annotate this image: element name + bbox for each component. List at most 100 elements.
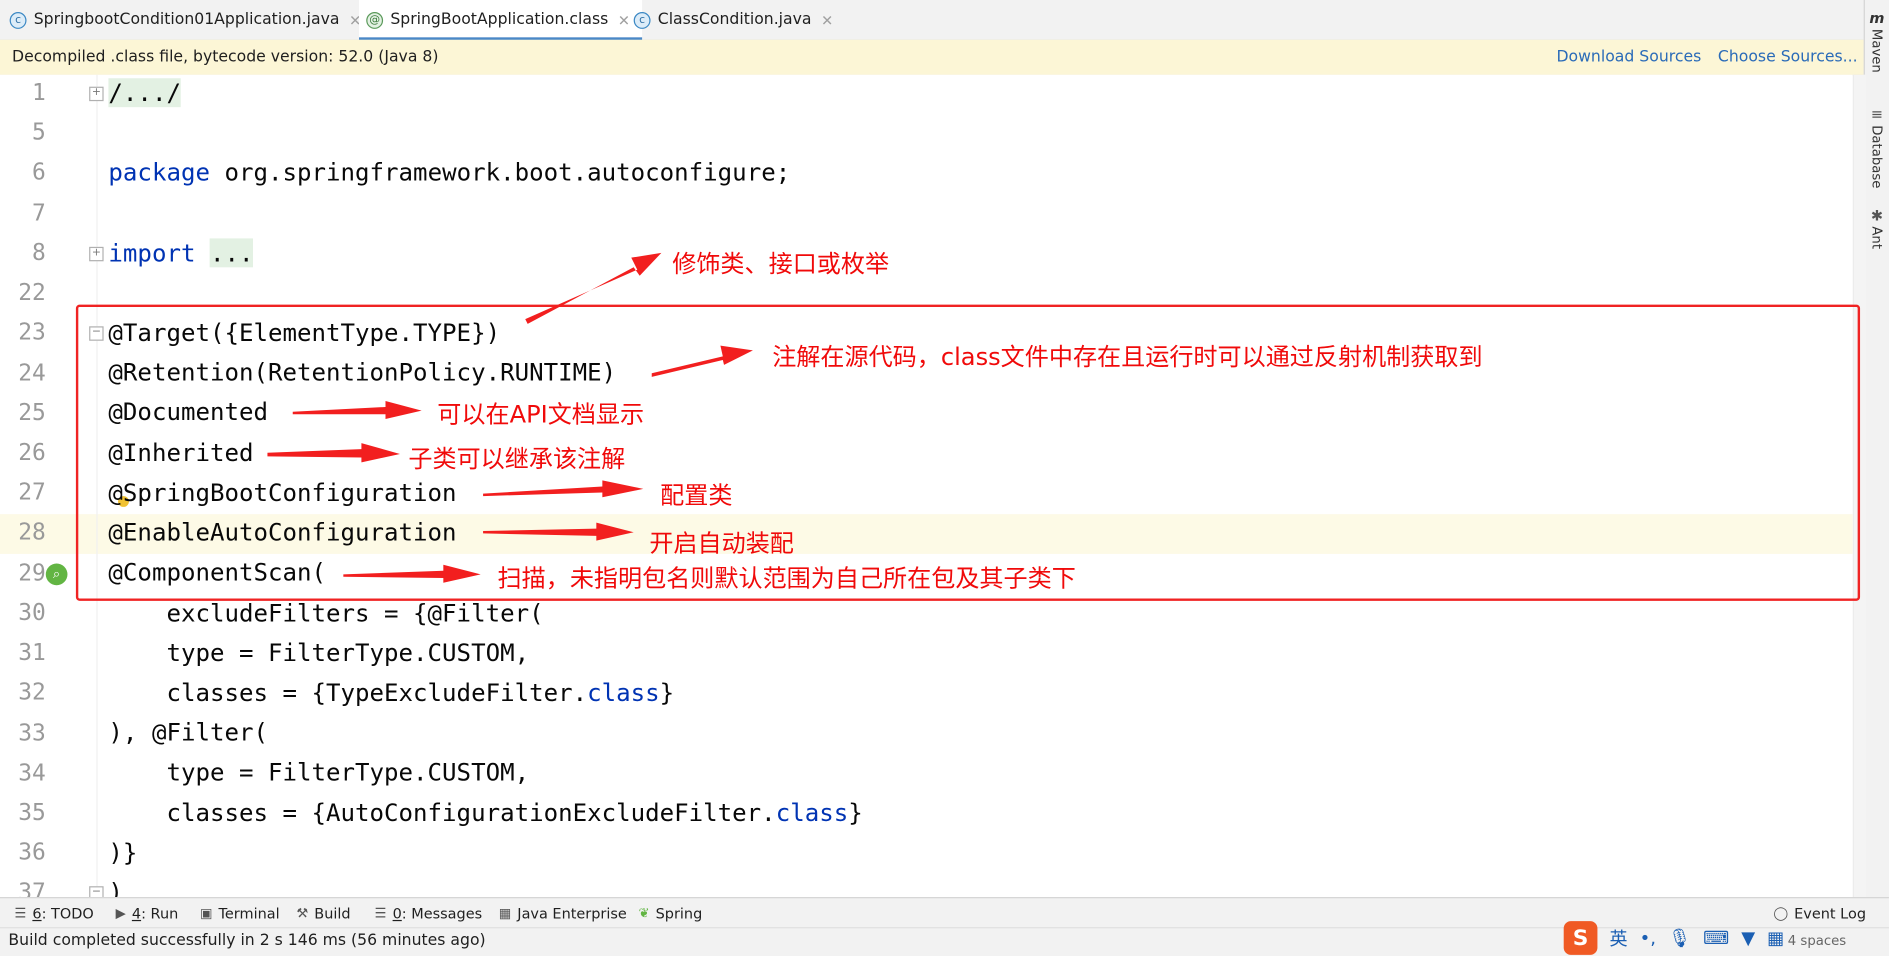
- spring-bean-icon[interactable]: ⌕: [45, 563, 68, 586]
- messages-icon: ☰: [374, 905, 387, 922]
- code-line-33: ), @Filter(: [108, 717, 268, 747]
- keyboard-icon[interactable]: ⌨: [1703, 927, 1729, 949]
- banner-message: Decompiled .class file, bytecode version…: [12, 48, 439, 67]
- line-number: 29: [18, 559, 46, 587]
- shortcut-key: 6: [32, 904, 42, 922]
- spring-tool-button[interactable]: ❦ Spring: [638, 898, 702, 928]
- code-text: classes = {AutoConfigurationExcludeFilte…: [108, 798, 776, 828]
- event-log-icon: ◯: [1773, 905, 1789, 922]
- class-icon: c: [633, 11, 651, 29]
- line-number: 6: [31, 158, 46, 186]
- line-number: 36: [18, 839, 46, 866]
- terminal-icon: ▣: [199, 905, 213, 922]
- line-number: 23: [18, 319, 46, 346]
- tab-label: SpringbootCondition01Application.java: [33, 10, 340, 29]
- maven-label: Maven: [1869, 28, 1885, 73]
- folded-header[interactable]: /.../: [108, 78, 181, 108]
- skin-icon[interactable]: ▼: [1741, 927, 1755, 949]
- line-number: 8: [31, 239, 46, 267]
- choose-sources-link[interactable]: Choose Sources...: [1718, 48, 1858, 66]
- fold-expand-icon[interactable]: +: [89, 86, 104, 102]
- code-line-34: type = FilterType.CUSTOM,: [108, 757, 530, 787]
- code-line-37: ): [108, 877, 123, 898]
- keyword: import: [108, 238, 196, 268]
- note-config: 配置类: [660, 480, 733, 510]
- database-label: Database: [1869, 125, 1885, 189]
- note-scan: 扫描，未指明包名则默认范围为自己所在包及其子类下: [497, 563, 1076, 593]
- fold-expand-icon[interactable]: +: [89, 246, 104, 262]
- ant-icon: ✱: [1870, 207, 1883, 224]
- line-number: 24: [18, 360, 46, 387]
- tool-label: : Messages: [401, 904, 483, 922]
- messages-tool-button[interactable]: ☰ 0: Messages: [375, 898, 482, 928]
- annotation-icon: @: [366, 11, 384, 29]
- sogou-logo-icon[interactable]: S: [1563, 921, 1598, 955]
- ant-label: Ant: [1869, 226, 1885, 250]
- keyword: class: [587, 677, 660, 707]
- javaee-icon: ▦: [498, 905, 512, 922]
- line-number: 32: [18, 679, 46, 706]
- event-log-button[interactable]: ◯ Event Log: [1773, 898, 1866, 928]
- database-tool-button[interactable]: ≡ Database: [1867, 106, 1886, 188]
- ime-punctuation[interactable]: •,: [1640, 927, 1656, 949]
- tab-classcondition[interactable]: c ClassCondition.java ✕: [633, 0, 833, 40]
- shortcut-key: 4: [131, 904, 142, 922]
- line-number: 31: [18, 639, 46, 666]
- download-sources-link[interactable]: Download Sources: [1556, 48, 1701, 66]
- close-icon[interactable]: ✕: [618, 11, 630, 28]
- build-tool-button[interactable]: ⚒ Build: [296, 898, 350, 928]
- maven-tool-button[interactable]: m Maven: [1867, 10, 1886, 73]
- folded-imports[interactable]: ...: [209, 238, 254, 268]
- toolbox-icon[interactable]: ▦: [1767, 927, 1784, 949]
- keyword: class: [775, 798, 849, 828]
- tool-label: Terminal: [218, 904, 280, 922]
- list-icon: ☰: [14, 905, 27, 922]
- code-line-32: classes = {TypeExcludeFilter.class}: [108, 678, 674, 707]
- line-number: 26: [18, 439, 46, 466]
- ide-window: c SpringbootCondition01Application.java …: [0, 0, 1889, 956]
- close-icon[interactable]: ✕: [821, 11, 833, 28]
- todo-tool-button[interactable]: ☰ 6: TODO: [14, 898, 93, 928]
- code-line-6: package org.springframework.boot.autocon…: [108, 158, 790, 187]
- indent-indicator[interactable]: 4 spaces: [1788, 933, 1846, 949]
- line-number: 35: [18, 799, 46, 827]
- editor-tab-bar: c SpringbootCondition01Application.java …: [0, 0, 1889, 41]
- code-line-36: )}: [108, 838, 138, 867]
- line-number: 25: [18, 399, 46, 427]
- line-number: 30: [18, 599, 46, 627]
- note-documented: 可以在API文档显示: [437, 399, 645, 429]
- ime-language[interactable]: 英: [1609, 925, 1627, 950]
- tool-label: : Run: [141, 904, 179, 922]
- tool-label: Spring: [655, 904, 703, 922]
- hammer-icon: ⚒: [296, 905, 309, 922]
- note-target: 修饰类、接口或枚举: [672, 249, 890, 279]
- terminal-tool-button[interactable]: ▣ Terminal: [200, 898, 280, 928]
- run-icon: ▶: [115, 905, 126, 922]
- line-number: 34: [18, 759, 46, 787]
- tab-springbootcondition01application[interactable]: c SpringbootCondition01Application.java …: [9, 0, 361, 40]
- run-tool-button[interactable]: ▶ 4: Run: [116, 898, 179, 928]
- line-number: 37: [18, 878, 46, 898]
- code-text: }: [848, 798, 863, 828]
- fold-collapse-icon[interactable]: −: [89, 886, 104, 898]
- note-inherited: 子类可以继承该注解: [408, 444, 626, 474]
- line-number: 1: [31, 79, 46, 106]
- note-retention: 注解在源代码，class文件中存在且运行时可以通过反射机制获取到: [772, 341, 1483, 371]
- tool-label: Event Log: [1794, 904, 1867, 922]
- line-number: 33: [18, 720, 46, 747]
- line-number: 22: [18, 279, 46, 306]
- java-enterprise-tool-button[interactable]: ▦ Java Enterprise: [499, 898, 627, 928]
- tab-label: ClassCondition.java: [657, 10, 812, 29]
- code-line-30: excludeFilters = {@Filter(: [108, 598, 544, 628]
- ant-tool-button[interactable]: ✱ Ant: [1867, 207, 1886, 249]
- line-number: 28: [18, 518, 46, 546]
- tab-springbootapplication[interactable]: @ SpringBootApplication.class ✕: [359, 0, 643, 41]
- decompiled-banner: Decompiled .class file, bytecode version…: [0, 39, 1865, 76]
- status-message: Build completed successfully in 2 s 146 …: [8, 931, 486, 951]
- microphone-icon[interactable]: 🎙: [1668, 927, 1691, 949]
- tool-label: Java Enterprise: [517, 904, 627, 922]
- spring-icon: ❦: [638, 905, 650, 922]
- maven-icon: m: [1869, 9, 1885, 27]
- tab-label: SpringBootApplication.class: [390, 10, 609, 29]
- right-tool-strip: m Maven ≡ Database ✱ Ant: [1863, 0, 1889, 898]
